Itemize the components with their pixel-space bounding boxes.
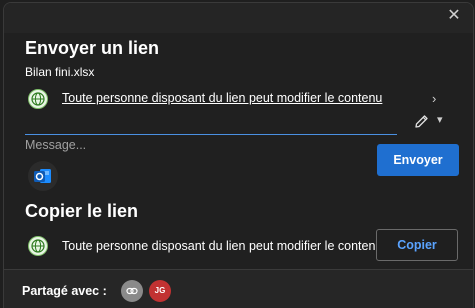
chevron-down-icon[interactable]: ▾ [437, 113, 443, 126]
pencil-icon[interactable] [413, 113, 431, 136]
send-link-heading: Envoyer un lien [25, 38, 160, 58]
message-input[interactable]: Message... [25, 138, 325, 158]
file-name: Bilan fini.xlsx [25, 65, 95, 79]
copy-button[interactable]: Copier [376, 229, 458, 261]
recipients-input[interactable] [25, 115, 397, 135]
share-dialog: ✕ Envoyer un lien Bilan fini.xlsx Toute … [3, 2, 474, 308]
globe-icon [28, 236, 48, 256]
copy-link-heading: Copier le lien [25, 201, 139, 221]
link-permission-setting[interactable]: Toute personne disposant du lien peut mo… [62, 91, 398, 105]
shared-with-footer: Partagé avec : JG [4, 270, 473, 308]
send-button[interactable]: Envoyer [377, 144, 459, 176]
shared-with-label: Partagé avec : [22, 284, 107, 298]
outlook-icon[interactable] [28, 161, 58, 191]
close-icon[interactable]: ✕ [445, 7, 463, 25]
link-avatar[interactable] [121, 280, 143, 302]
dialog-title-bar: ✕ [4, 3, 473, 33]
globe-icon [28, 89, 48, 109]
user-avatar-jg[interactable]: JG [149, 280, 171, 302]
chevron-right-icon[interactable]: › [432, 91, 436, 106]
copy-link-permission[interactable]: Toute personne disposant du lien peut mo… [62, 239, 376, 253]
